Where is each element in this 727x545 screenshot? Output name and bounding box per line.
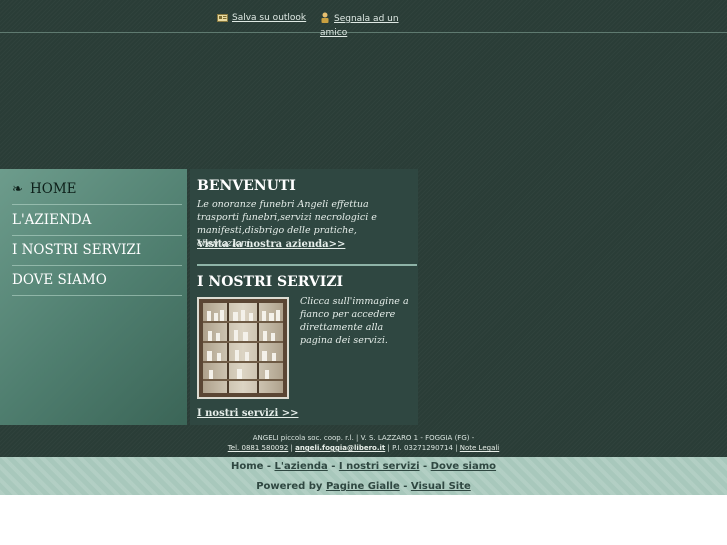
email-link[interactable]: angeli.foggia@libero.it	[295, 444, 385, 452]
powered-by-label: Powered by	[256, 481, 323, 492]
nav-item-servizi[interactable]: I NOSTRI SERVIZI	[12, 235, 182, 266]
nav-item-label: L'AZIENDA	[12, 212, 92, 228]
vat-number: | P.I. 03271290714 |	[387, 444, 458, 452]
company-info: ANGELI piccola soc. coop. r.l. | V. S. L…	[0, 433, 727, 453]
phone-link[interactable]: Tel. 0881 580092	[228, 444, 289, 452]
services-photo[interactable]	[197, 297, 289, 399]
powered-separator: -	[399, 481, 411, 492]
person-icon	[320, 12, 330, 27]
visit-company-link[interactable]: Visita la nostra azienda>>	[197, 239, 345, 250]
welcome-heading: BENVENUTI	[197, 178, 296, 194]
legal-notes-link[interactable]: Note Legali	[460, 444, 500, 452]
save-to-outlook-link[interactable]: Salva su outlook	[217, 12, 306, 26]
visual-site-link[interactable]: Visual Site	[411, 481, 471, 492]
swirl-icon: ❧	[12, 182, 23, 197]
bottom-nav-dove-siamo[interactable]: Dove siamo	[431, 461, 496, 472]
tell-a-friend-label: Segnala ad un amico	[320, 14, 399, 38]
services-link[interactable]: I nostri servizi >>	[197, 408, 298, 419]
nav-item-home[interactable]: ❧ HOME	[12, 174, 182, 205]
bottom-nav-separator: -	[266, 461, 275, 472]
services-text: Clicca sull'immagine a fianco per accede…	[300, 296, 409, 346]
company-contacts: Tel. 0881 580092 | angeli.foggia@libero.…	[227, 444, 500, 452]
bottom-nav-azienda[interactable]: L'azienda	[275, 461, 328, 472]
nav-item-label: I NOSTRI SERVIZI	[12, 242, 142, 258]
bottom-nav-home[interactable]: Home	[231, 461, 263, 472]
save-to-outlook-label: Salva su outlook	[232, 13, 307, 23]
main-content: BENVENUTI Le onoranze funebri Angeli eff…	[190, 169, 418, 425]
nav-item-label: HOME	[30, 181, 77, 197]
nav-item-dove-siamo[interactable]: DOVE SIAMO	[12, 265, 182, 296]
nav-item-azienda[interactable]: L'AZIENDA	[12, 205, 182, 236]
nav-item-label: DOVE SIAMO	[12, 272, 107, 288]
address-card-icon	[217, 14, 228, 26]
company-address: ANGELI piccola soc. coop. r.l. | V. S. L…	[252, 434, 475, 442]
powered-by: Powered by Pagine Gialle - Visual Site	[0, 480, 727, 494]
bottom-bar: Home - L'azienda - I nostri servizi - Do…	[0, 457, 727, 495]
sidebar: ❧ HOME L'AZIENDA I NOSTRI SERVIZI DOVE SI…	[0, 169, 187, 425]
tell-a-friend-link[interactable]: Segnala ad un amico	[320, 12, 410, 39]
section-divider	[197, 264, 417, 266]
pagine-gialle-link[interactable]: Pagine Gialle	[326, 481, 400, 492]
bottom-nav: Home - L'azienda - I nostri servizi - Do…	[0, 460, 727, 474]
bottom-nav-separator: -	[331, 461, 339, 472]
bottom-nav-separator: -	[423, 461, 431, 472]
services-heading: I NOSTRI SERVIZI	[197, 274, 344, 290]
bottom-nav-servizi[interactable]: I nostri servizi	[339, 461, 420, 472]
